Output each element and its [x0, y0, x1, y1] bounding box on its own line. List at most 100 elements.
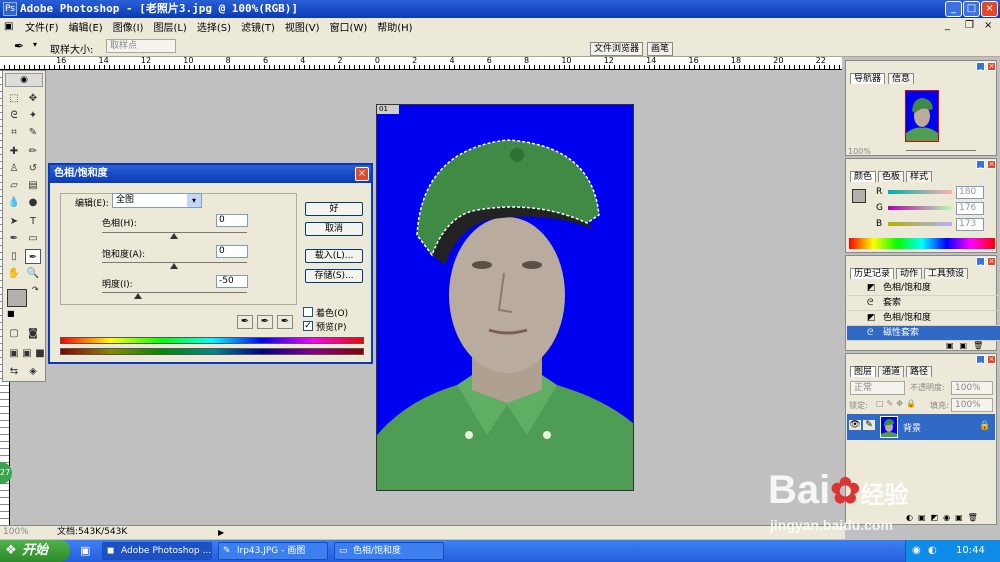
tab-styles[interactable]: 样式 — [906, 171, 933, 182]
document-menu-icon[interactable]: ▣ — [4, 21, 16, 32]
zoom-tool-icon[interactable]: 🔍 — [25, 266, 41, 281]
hue-input[interactable]: 0 — [216, 214, 248, 227]
show-desktop-icon[interactable]: ▣ — [80, 544, 90, 557]
taskbar-item-photoshop[interactable]: ◼ Adobe Photoshop ... — [102, 542, 212, 560]
tab-brushes[interactable]: 画笔 — [647, 42, 674, 56]
close-icon[interactable]: × — [987, 355, 996, 364]
blur-tool-icon[interactable]: 💧 — [6, 195, 22, 210]
saturation-slider-thumb[interactable] — [170, 263, 178, 269]
lasso-tool-icon[interactable]: ᘓ — [6, 108, 22, 123]
adobe-online-icon[interactable]: ◉ — [5, 73, 43, 87]
taskbar-item-hue-saturation[interactable]: ▭ 色相/饱和度 — [334, 542, 444, 560]
chevron-down-icon[interactable]: ▾ — [187, 194, 201, 207]
taskbar-item-paint[interactable]: ✎ lrp43.JPG - 画图 — [218, 542, 328, 560]
menu-file[interactable]: 文件(F) — [20, 19, 64, 34]
tab-navigator[interactable]: 导航器 — [850, 73, 886, 84]
minimize-icon[interactable]: _ — [976, 160, 985, 169]
menu-image[interactable]: 图像(I) — [108, 19, 149, 34]
healing-brush-tool-icon[interactable]: ✚ — [6, 144, 22, 159]
doc-close-icon[interactable]: × — [984, 20, 992, 31]
navigator-zoom-value[interactable]: 100% — [848, 147, 871, 156]
menu-help[interactable]: 帮助(H) — [372, 19, 417, 34]
standard-mode-icon[interactable]: ▢ — [6, 326, 22, 341]
navigator-zoom-slider[interactable] — [906, 150, 976, 151]
blend-mode-select[interactable]: 正常 — [850, 381, 905, 395]
zoom-level[interactable]: 100% — [3, 526, 29, 539]
minimize-icon[interactable]: _ — [976, 355, 985, 364]
floating-badge[interactable]: 27 — [0, 462, 12, 484]
save-button[interactable]: 存储(S)... — [305, 269, 363, 283]
eraser-tool-icon[interactable]: ▱ — [6, 178, 22, 193]
history-item[interactable]: ◩ 色相/饱和度 — [847, 311, 1000, 326]
close-icon[interactable]: × — [355, 167, 369, 181]
gradient-tool-icon[interactable]: ▤ — [25, 178, 41, 193]
ok-button[interactable]: 好 — [305, 202, 363, 216]
channel-b-slider[interactable] — [888, 222, 952, 226]
history-brush-tool-icon[interactable]: ↺ — [25, 161, 41, 176]
volume-icon[interactable]: ◐ — [928, 540, 937, 562]
tab-history[interactable]: 历史记录 — [850, 268, 895, 279]
layer-actions[interactable]: ◐▣◩◉▣🗑 — [906, 513, 983, 522]
minimize-icon[interactable]: _ — [976, 257, 985, 266]
status-menu-arrow-icon[interactable]: ▶ — [218, 526, 224, 539]
notes-tool-icon[interactable]: ▯ — [6, 249, 22, 264]
foreground-color-swatch[interactable] — [7, 289, 27, 307]
tab-tool-presets[interactable]: 工具预设 — [924, 268, 969, 279]
path-selection-tool-icon[interactable]: ➤ — [6, 214, 22, 229]
channel-g-slider[interactable] — [888, 206, 952, 210]
tab-paths[interactable]: 路径 — [906, 366, 933, 377]
document-canvas[interactable]: 01 — [376, 104, 634, 491]
clock[interactable]: 10:44 — [956, 545, 985, 556]
lightness-slider-track[interactable] — [102, 292, 247, 293]
tab-actions[interactable]: 动作 — [896, 268, 923, 279]
history-item[interactable]: ◩ 色相/饱和度 — [847, 281, 1000, 296]
crop-tool-icon[interactable]: ⌗ — [6, 125, 22, 140]
preview-checkbox[interactable]: ✓ — [303, 321, 313, 331]
channel-g-input[interactable]: 176 — [956, 202, 984, 215]
network-icon[interactable]: ◉ — [912, 540, 921, 562]
fill-input[interactable]: 100% — [951, 398, 993, 412]
close-icon[interactable]: × — [987, 257, 996, 266]
move-tool-icon[interactable]: ✥ — [25, 91, 41, 106]
cancel-button[interactable]: 取消 — [305, 222, 363, 236]
menu-select[interactable]: 选择(S) — [192, 19, 236, 34]
foreground-color-swatch[interactable] — [852, 189, 866, 203]
menu-filter[interactable]: 滤镜(T) — [236, 19, 280, 34]
channel-b-input[interactable]: 173 — [956, 218, 984, 231]
marquee-tool-icon[interactable]: ⬚ — [6, 91, 22, 106]
dodge-tool-icon[interactable]: ● — [25, 195, 41, 210]
sample-size-select[interactable]: 取样点 — [106, 39, 176, 53]
eyedropper-plus-icon[interactable]: ✒ — [257, 315, 273, 329]
hue-slider-thumb[interactable] — [170, 233, 178, 239]
brush-icon[interactable]: ✎ — [863, 420, 875, 430]
default-colors-icon[interactable]: ■ — [7, 309, 15, 318]
colorize-checkbox[interactable] — [303, 307, 313, 317]
history-item[interactable]: ᘓ 套索 — [847, 296, 1000, 311]
navigator-thumbnail[interactable] — [905, 90, 939, 142]
close-icon[interactable]: × — [981, 1, 998, 17]
load-button[interactable]: 载入(L)... — [305, 249, 363, 263]
minimize-icon[interactable]: _ — [976, 62, 985, 71]
doc-minimize-icon[interactable]: _ — [945, 20, 950, 31]
type-tool-icon[interactable]: T — [25, 214, 41, 229]
maximize-icon[interactable]: □ — [963, 1, 980, 17]
chevron-down-icon[interactable]: ▾ — [33, 40, 37, 49]
tab-info[interactable]: 信息 — [888, 73, 915, 84]
minimize-icon[interactable]: _ — [945, 1, 962, 17]
lock-icons[interactable]: □✎✥🔒 — [876, 399, 919, 408]
history-actions[interactable]: ▣▣🗑 — [946, 341, 989, 350]
brush-tool-icon[interactable]: ✏ — [25, 144, 41, 159]
photoshop-icon[interactable]: Ps — [3, 2, 17, 16]
jump-to-imageready-icon[interactable]: ⇆ — [6, 364, 22, 379]
layer-row-background[interactable]: 👁 ✎ 背景 🔒 — [847, 414, 995, 440]
start-button[interactable]: ❖ 开始 — [0, 540, 70, 562]
tab-color[interactable]: 颜色 — [850, 171, 877, 182]
color-ramp[interactable] — [849, 238, 995, 249]
eye-icon[interactable]: 👁 — [849, 420, 861, 430]
screen-mode-full-icon[interactable]: ■ — [32, 346, 48, 361]
tab-layers[interactable]: 图层 — [850, 366, 877, 377]
menu-view[interactable]: 视图(V) — [280, 19, 325, 34]
eyedropper-minus-icon[interactable]: ✒ — [277, 315, 293, 329]
imageready-icon[interactable]: ◈ — [25, 364, 41, 379]
saturation-input[interactable]: 0 — [216, 245, 248, 258]
